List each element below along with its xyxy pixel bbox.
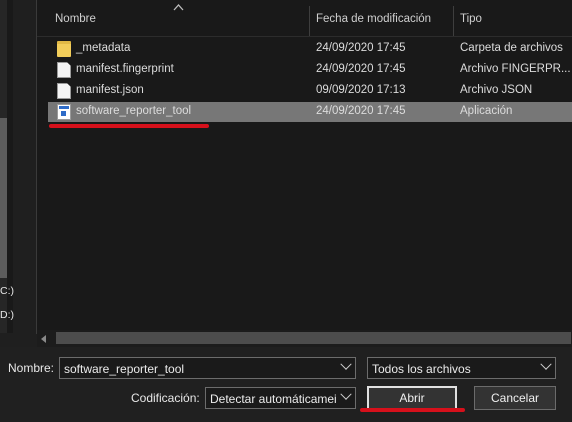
file-type-filter-value[interactable]: Todos los archivos <box>372 362 537 376</box>
navigation-pane: C:) D:) <box>0 0 14 333</box>
file-name-label: Nombre: <box>8 361 55 375</box>
navigation-scrollbar-thumb[interactable] <box>0 118 7 278</box>
scroll-left-icon[interactable] <box>41 335 46 343</box>
file-name-combobox[interactable]: software_reporter_tool <box>59 357 356 379</box>
encoding-select[interactable]: Detectar automáticamei <box>205 387 356 409</box>
file-name: software_reporter_tool <box>76 105 192 117</box>
column-name-header[interactable]: Nombre <box>55 13 96 25</box>
file-row-selected[interactable]: software_reporter_tool 24/09/2020 17:45 … <box>48 102 572 122</box>
column-date-header[interactable]: Fecha de modificación <box>316 13 431 25</box>
chevron-down-icon[interactable] <box>340 358 352 370</box>
application-icon <box>57 104 71 120</box>
red-annotation-underline <box>49 124 209 128</box>
file-type: Carpeta de archivos <box>460 42 563 54</box>
horizontal-scrollbar-thumb[interactable] <box>56 332 571 344</box>
encoding-label: Codificación: <box>131 391 200 405</box>
cancel-button[interactable]: Cancelar <box>474 386 556 410</box>
file-name: manifest.json <box>76 84 144 96</box>
file-date: 24/09/2020 17:45 <box>316 42 406 54</box>
file-row[interactable]: manifest.json 09/09/2020 17:13 Archivo J… <box>48 81 572 101</box>
file-type: Archivo JSON <box>460 84 533 96</box>
column-separator[interactable] <box>453 6 454 36</box>
file-name: _metadata <box>76 42 131 54</box>
encoding-value[interactable]: Detectar automáticamei <box>210 392 337 406</box>
file-name-value[interactable]: software_reporter_tool <box>64 362 337 376</box>
navigation-scrollbar[interactable] <box>0 0 7 333</box>
chevron-down-icon[interactable] <box>340 388 352 400</box>
column-header-row: Nombre Fecha de modificación Tipo <box>37 0 572 37</box>
horizontal-scrollbar[interactable] <box>37 330 572 347</box>
sort-ascending-icon <box>173 4 184 11</box>
column-separator[interactable] <box>309 6 310 36</box>
file-type: Aplicación <box>460 105 513 117</box>
file-type-filter-select[interactable]: Todos los archivos <box>367 357 556 379</box>
file-date: 09/09/2020 17:13 <box>316 84 406 96</box>
drive-d-label[interactable]: D:) <box>0 309 14 321</box>
file-row[interactable]: manifest.fingerprint 24/09/2020 17:45 Ar… <box>48 60 572 80</box>
folder-icon <box>57 41 71 57</box>
file-icon <box>57 83 71 99</box>
drive-c-label[interactable]: C:) <box>0 285 14 297</box>
red-annotation-underline <box>360 408 465 412</box>
file-list: Nombre Fecha de modificación Tipo _metad… <box>37 0 572 334</box>
chevron-down-icon[interactable] <box>540 358 552 370</box>
open-button[interactable]: Abrir <box>367 386 457 410</box>
file-date: 24/09/2020 17:45 <box>316 105 406 117</box>
file-name: manifest.fingerprint <box>76 63 174 75</box>
file-icon <box>57 62 71 78</box>
file-row[interactable]: _metadata 24/09/2020 17:45 Carpeta de ar… <box>48 39 572 59</box>
file-date: 24/09/2020 17:45 <box>316 63 406 75</box>
file-type: Archivo FINGERPR... <box>460 63 571 75</box>
dialog-footer: Nombre: software_reporter_tool Todos los… <box>0 347 572 422</box>
column-type-header[interactable]: Tipo <box>460 13 482 25</box>
